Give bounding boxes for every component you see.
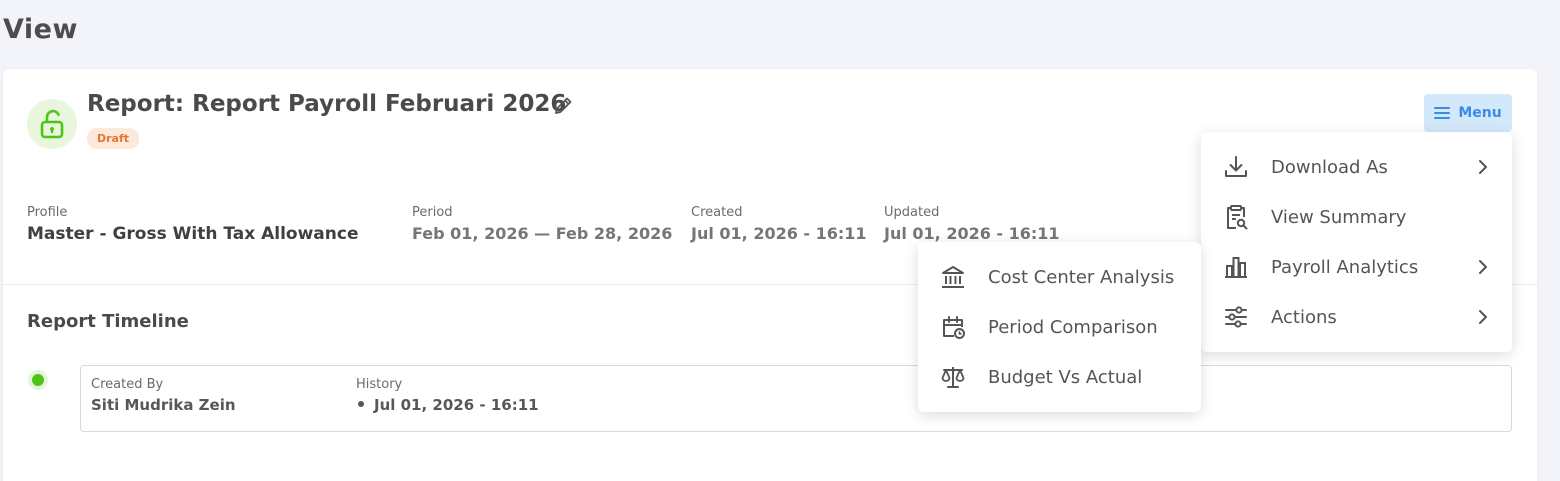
history-item: Jul 01, 2026 - 16:11 xyxy=(356,396,539,414)
meta-period: Period Feb 01, 2026 — Feb 28, 2026 xyxy=(412,205,672,243)
submenu-item-budget-vs-actual[interactable]: Budget Vs Actual xyxy=(918,352,1201,402)
timeline-title: Report Timeline xyxy=(27,311,189,332)
history-label: History xyxy=(356,377,403,392)
submenu-item-label: Budget Vs Actual xyxy=(988,366,1143,388)
meta-created: Created Jul 01, 2026 - 16:11 xyxy=(691,205,867,243)
created-by-col: Created By Siti Mudrika Zein xyxy=(91,377,236,414)
history-value: Jul 01, 2026 - 16:11 xyxy=(374,396,539,414)
created-label: Created xyxy=(691,205,743,220)
period-value: Feb 01, 2026 — Feb 28, 2026 xyxy=(412,224,673,243)
menu-item-actions[interactable]: Actions xyxy=(1201,292,1512,342)
lock-status xyxy=(27,99,77,149)
updated-value: Jul 01, 2026 - 16:11 xyxy=(884,224,1060,243)
chevron-right-icon xyxy=(1479,310,1487,324)
chevron-right-icon xyxy=(1479,160,1487,174)
page-title: View xyxy=(3,14,78,45)
analytics-submenu: Cost Center Analysis Period Comparison B… xyxy=(918,242,1201,412)
menu-item-download-as[interactable]: Download As xyxy=(1201,142,1512,192)
status-badge: Draft xyxy=(87,128,140,149)
bar-chart-icon xyxy=(1225,257,1247,278)
updated-label: Updated xyxy=(884,205,940,220)
unlock-icon xyxy=(40,109,64,139)
sliders-icon xyxy=(1225,306,1247,328)
meta-updated: Updated Jul 01, 2026 - 16:11 xyxy=(884,205,1060,243)
history-col: History Jul 01, 2026 - 16:11 xyxy=(356,377,539,414)
bank-icon xyxy=(942,266,964,288)
chevron-right-icon xyxy=(1479,260,1487,274)
created-by-value: Siti Mudrika Zein xyxy=(91,396,236,414)
scale-icon xyxy=(941,367,965,388)
menu-button-label: Menu xyxy=(1458,105,1502,121)
meta-profile: Profile Master - Gross With Tax Allowanc… xyxy=(27,205,358,244)
menu-item-label: Download As xyxy=(1271,156,1388,178)
clipboard-search-icon xyxy=(1227,205,1248,230)
profile-value: Master - Gross With Tax Allowance xyxy=(27,224,359,244)
report-title: Report: Report Payroll Februari 2026 xyxy=(87,91,567,117)
menu-item-label: Payroll Analytics xyxy=(1271,256,1419,278)
menu-item-view-summary[interactable]: View Summary xyxy=(1201,192,1512,242)
pencil-icon[interactable] xyxy=(552,95,574,117)
timeline-entry: Created By Siti Mudrika Zein History Jul… xyxy=(80,365,1512,432)
submenu-item-label: Period Comparison xyxy=(988,316,1158,338)
submenu-item-period-comparison[interactable]: Period Comparison xyxy=(918,302,1201,352)
menu-item-payroll-analytics[interactable]: Payroll Analytics xyxy=(1201,242,1512,292)
menu-button[interactable]: Menu xyxy=(1424,94,1512,132)
created-by-label: Created By xyxy=(91,377,164,392)
bullet-icon xyxy=(358,401,364,407)
submenu-item-label: Cost Center Analysis xyxy=(988,266,1175,288)
profile-label: Profile xyxy=(27,205,68,220)
timeline-dot xyxy=(28,370,48,390)
menu-dropdown: Download As View Summary Payroll Analyti… xyxy=(1201,132,1512,352)
calendar-clock-icon xyxy=(943,316,965,339)
created-value: Jul 01, 2026 - 16:11 xyxy=(691,224,867,243)
download-icon xyxy=(1225,156,1247,177)
hamburger-icon xyxy=(1434,107,1451,119)
menu-item-label: Actions xyxy=(1271,306,1337,328)
submenu-item-cost-center-analysis[interactable]: Cost Center Analysis xyxy=(918,252,1201,302)
period-label: Period xyxy=(412,205,453,220)
menu-item-label: View Summary xyxy=(1271,206,1407,228)
